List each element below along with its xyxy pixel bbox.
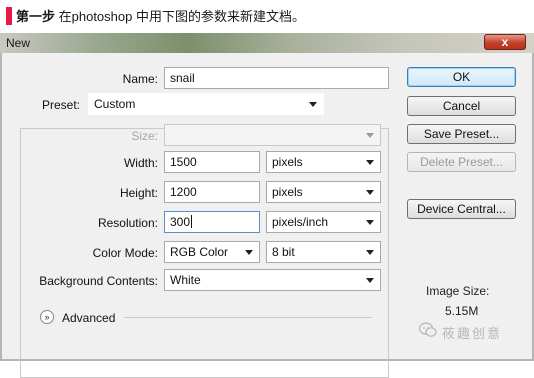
preset-value: Custom	[94, 97, 136, 111]
save-preset-button[interactable]: Save Preset...	[407, 124, 516, 144]
color-mode-label: Color Mode:	[92, 246, 158, 260]
dialog-title: New	[6, 36, 31, 50]
cancel-button[interactable]: Cancel	[407, 96, 516, 116]
dialog-body: Name: snail Preset: Custom Size: Width: …	[0, 53, 534, 378]
ok-button[interactable]: OK	[407, 67, 516, 87]
advanced-divider	[124, 317, 372, 318]
resolution-unit-value: pixels/inch	[272, 215, 329, 229]
caption-instruction: 在photoshop 中用下图的参数来新建文档。	[55, 9, 305, 24]
chevron-down-icon	[366, 220, 374, 225]
watermark-text: 莜趣创意	[442, 326, 503, 341]
height-label: Height:	[119, 186, 158, 200]
caption-step: 第一步	[16, 9, 56, 24]
close-button[interactable]: x	[484, 34, 526, 50]
caption-accent-bar	[6, 7, 12, 25]
delete-preset-button: Delete Preset...	[407, 152, 516, 172]
resolution-value: 300	[170, 215, 191, 229]
chevron-down-icon	[366, 160, 374, 165]
width-unit-value: pixels	[272, 155, 303, 169]
chat-bubble-icon	[419, 322, 437, 337]
bit-depth-select[interactable]: 8 bit	[266, 241, 381, 263]
background-contents-select[interactable]: White	[164, 269, 381, 291]
background-contents-value: White	[170, 273, 201, 287]
chevron-down-icon	[366, 278, 374, 283]
advanced-label[interactable]: Advanced	[62, 311, 115, 325]
chevron-down-icon	[245, 250, 253, 255]
chevron-down-icon	[366, 250, 374, 255]
image-size-label: Image Size:	[426, 284, 490, 298]
width-input[interactable]: 1500	[164, 151, 260, 173]
new-document-dialog: New x Name: snail Preset: Custom Size: W…	[0, 33, 534, 378]
article-caption: 第一步 在photoshop 中用下图的参数来新建文档。	[0, 0, 534, 33]
chevron-down-icon	[366, 133, 374, 138]
close-icon: x	[501, 35, 509, 49]
caption-text: 第一步 在photoshop 中用下图的参数来新建文档。	[16, 9, 305, 25]
bit-depth-value: 8 bit	[272, 245, 295, 259]
resolution-label: Resolution:	[97, 216, 158, 230]
name-label: Name:	[122, 72, 158, 86]
preset-label: Preset:	[40, 98, 82, 112]
color-mode-select[interactable]: RGB Color	[164, 241, 260, 263]
expand-advanced-icon[interactable]: »	[40, 310, 54, 324]
height-unit-select[interactable]: pixels	[266, 181, 381, 203]
background-contents-label: Background Contents:	[39, 274, 158, 288]
color-mode-value: RGB Color	[170, 245, 229, 259]
text-cursor	[191, 215, 193, 228]
preset-select[interactable]: Custom	[88, 93, 324, 115]
size-label: Size:	[131, 129, 158, 143]
chevron-down-icon	[309, 102, 317, 107]
height-unit-value: pixels	[272, 185, 303, 199]
size-select	[164, 124, 381, 146]
width-label: Width:	[123, 156, 158, 170]
image-size-value: 5.15M	[445, 304, 479, 318]
chevron-down-icon	[366, 190, 374, 195]
name-input[interactable]: snail	[164, 67, 389, 89]
device-central-button[interactable]: Device Central...	[407, 199, 516, 219]
dialog-title-bar[interactable]: New x	[0, 33, 534, 53]
resolution-unit-select[interactable]: pixels/inch	[266, 211, 381, 233]
height-input[interactable]: 1200	[164, 181, 260, 203]
resolution-input[interactable]: 300	[164, 211, 260, 233]
width-unit-select[interactable]: pixels	[266, 151, 381, 173]
